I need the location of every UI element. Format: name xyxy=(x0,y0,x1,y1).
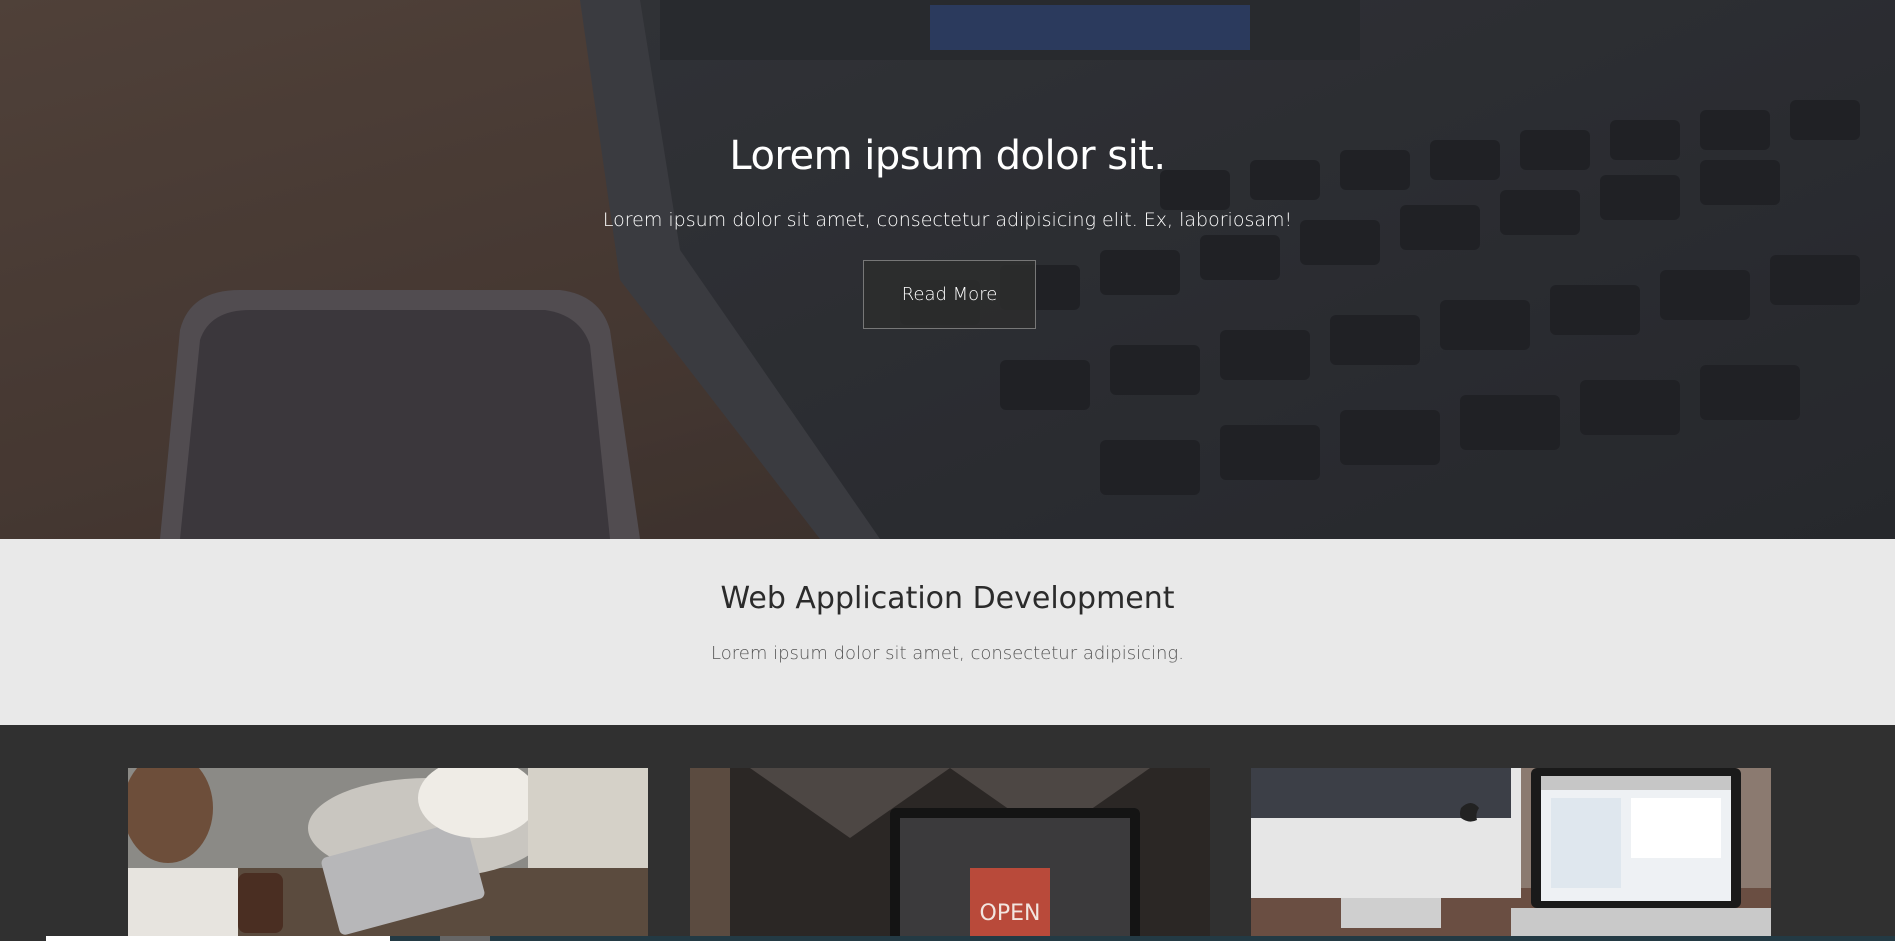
section-title: Web Application Development xyxy=(720,581,1175,616)
scrollbar-track-dark xyxy=(390,936,1895,941)
cards-strip: OPEN xyxy=(0,725,1895,941)
open-sign-text: OPEN xyxy=(980,901,1041,926)
scrollbar-track-light xyxy=(46,936,390,941)
card-image-meeting[interactable] xyxy=(128,768,648,941)
hero-subtitle: Lorem ipsum dolor sit amet, consectetur … xyxy=(602,209,1293,231)
card-image-imac-macbook[interactable] xyxy=(1251,768,1771,941)
scrollbar-thumb[interactable] xyxy=(440,936,490,941)
hero-title: Lorem ipsum dolor sit. xyxy=(729,133,1166,179)
hero-banner: Lorem ipsum dolor sit. Lorem ipsum dolor… xyxy=(0,0,1895,539)
section-subtitle: Lorem ipsum dolor sit amet, consectetur … xyxy=(711,643,1184,664)
read-more-button[interactable]: Read More xyxy=(863,260,1036,329)
card-image-open-sign-laptop[interactable]: OPEN xyxy=(690,768,1210,941)
web-app-dev-section: Web Application Development Lorem ipsum … xyxy=(0,539,1895,725)
